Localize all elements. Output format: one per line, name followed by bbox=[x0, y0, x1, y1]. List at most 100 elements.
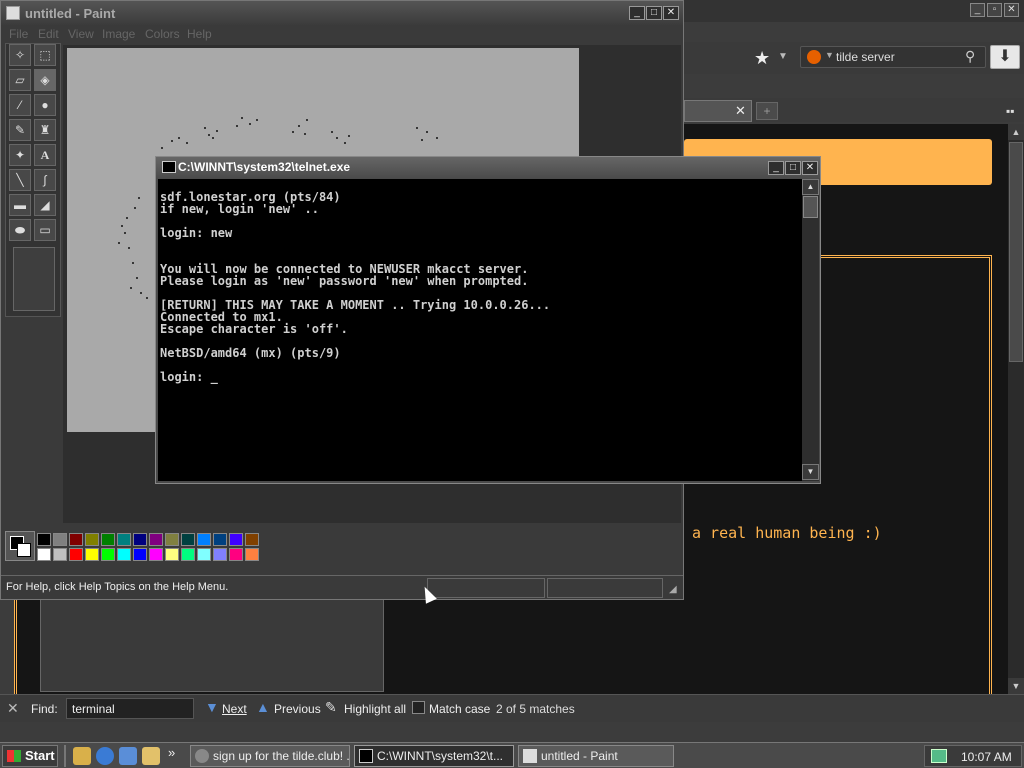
palette-swatch[interactable] bbox=[165, 548, 179, 561]
palette-swatch[interactable] bbox=[229, 533, 243, 546]
color-picker-icon[interactable]: ⁄ bbox=[9, 94, 31, 116]
taskbar-button-paint[interactable]: untitled - Paint bbox=[518, 745, 674, 767]
scroll-thumb[interactable] bbox=[803, 196, 818, 218]
brush-icon[interactable]: ♜ bbox=[34, 119, 56, 141]
palette-swatch[interactable] bbox=[101, 548, 115, 561]
restore-button[interactable]: ▫ bbox=[987, 3, 1002, 17]
palette-swatch[interactable] bbox=[149, 533, 163, 546]
find-previous-button[interactable]: Previous bbox=[274, 702, 321, 716]
menu-colors[interactable]: Colors bbox=[145, 27, 180, 41]
palette-swatch[interactable] bbox=[213, 548, 227, 561]
background-color[interactable] bbox=[17, 543, 31, 557]
browser-icon[interactable] bbox=[96, 747, 114, 765]
palette-swatch[interactable] bbox=[229, 548, 243, 561]
palette-swatch[interactable] bbox=[69, 548, 83, 561]
paint-titlebar[interactable]: untitled - Paint _ □ ✕ bbox=[1, 1, 683, 25]
telnet-minimize-button[interactable]: _ bbox=[768, 161, 784, 175]
new-tab-button[interactable]: + bbox=[756, 102, 778, 120]
taskbar-button-browser[interactable]: sign up for the tilde.club! ... bbox=[190, 745, 350, 767]
palette-swatch[interactable] bbox=[117, 533, 131, 546]
palette-swatch[interactable] bbox=[213, 533, 227, 546]
menu-help[interactable]: Help bbox=[187, 27, 212, 41]
palette-swatch[interactable] bbox=[85, 548, 99, 561]
paint-maximize-button[interactable]: □ bbox=[646, 6, 662, 20]
explorer-icon[interactable] bbox=[142, 747, 160, 765]
airbrush-icon[interactable]: ✦ bbox=[9, 144, 31, 166]
bookmark-star-icon[interactable]: ★ bbox=[754, 48, 770, 69]
line-icon[interactable]: ╲ bbox=[9, 169, 31, 191]
menu-view[interactable]: View bbox=[68, 27, 94, 41]
palette-swatch[interactable] bbox=[197, 548, 211, 561]
scroll-up-icon[interactable]: ▲ bbox=[1008, 124, 1024, 140]
rounded-rect-icon[interactable]: ▭ bbox=[34, 219, 56, 241]
palette-swatch[interactable] bbox=[181, 533, 195, 546]
highlight-all-button[interactable]: Highlight all bbox=[344, 702, 406, 716]
palette-swatch[interactable] bbox=[53, 548, 67, 561]
telnet-maximize-button[interactable]: □ bbox=[785, 161, 801, 175]
palette-swatch[interactable] bbox=[149, 548, 163, 561]
network-icon[interactable] bbox=[931, 749, 947, 763]
find-input[interactable] bbox=[66, 698, 194, 719]
start-button[interactable]: Start bbox=[2, 745, 58, 767]
palette-swatch[interactable] bbox=[245, 548, 259, 561]
tool-options[interactable] bbox=[13, 247, 55, 311]
menu-image[interactable]: Image bbox=[102, 27, 135, 41]
palette-swatch[interactable] bbox=[85, 533, 99, 546]
rectangle-icon[interactable]: ▬ bbox=[9, 194, 31, 216]
telnet-close-button[interactable]: ✕ bbox=[802, 161, 818, 175]
palette-swatch[interactable] bbox=[69, 533, 83, 546]
clock[interactable]: 10:07 AM bbox=[961, 750, 1012, 764]
page-scrollbar[interactable]: ▲ ▼ bbox=[1008, 124, 1024, 694]
resize-grip-icon[interactable]: ◢ bbox=[669, 584, 677, 595]
highlight-icon[interactable]: ✎ bbox=[325, 699, 337, 716]
paint-close-button[interactable]: ✕ bbox=[663, 6, 679, 20]
download-icon[interactable]: ⬇ bbox=[990, 45, 1020, 69]
search-icon[interactable]: ⚲ bbox=[965, 48, 975, 65]
telnet-titlebar[interactable]: C:\WINNT\system32\telnet.exe _ □ ✕ bbox=[156, 157, 820, 179]
search-engine-icon[interactable] bbox=[807, 50, 821, 64]
scroll-thumb[interactable] bbox=[1009, 142, 1023, 362]
text-tool-icon[interactable]: A bbox=[34, 144, 56, 166]
next-arrow-icon[interactable]: ▼ bbox=[205, 699, 219, 715]
console-scrollbar[interactable]: ▲ ▼ bbox=[802, 179, 819, 481]
palette-swatch[interactable] bbox=[133, 533, 147, 546]
scroll-down-icon[interactable]: ▼ bbox=[802, 464, 819, 480]
scroll-up-icon[interactable]: ▲ bbox=[802, 179, 819, 195]
palette-swatch[interactable] bbox=[245, 533, 259, 546]
console-output[interactable]: sdf.lonestar.org (pts/84) if new, login … bbox=[158, 179, 802, 481]
palette-swatch[interactable] bbox=[37, 548, 51, 561]
palette-swatch[interactable] bbox=[37, 533, 51, 546]
taskbar-button-telnet[interactable]: C:\WINNT\system32\t... bbox=[354, 745, 514, 767]
outlook-icon[interactable] bbox=[119, 747, 137, 765]
quicklaunch-more-icon[interactable]: » bbox=[168, 745, 175, 760]
paint-minimize-button[interactable]: _ bbox=[629, 6, 645, 20]
close-button[interactable]: ✕ bbox=[1004, 3, 1019, 17]
close-tab-icon[interactable]: ✕ bbox=[735, 103, 746, 119]
menu-edit[interactable]: Edit bbox=[38, 27, 59, 41]
pencil-icon[interactable]: ✎ bbox=[9, 119, 31, 141]
palette-swatch[interactable] bbox=[197, 533, 211, 546]
polygon-icon[interactable]: ◢ bbox=[34, 194, 56, 216]
scroll-down-icon[interactable]: ▼ bbox=[1008, 678, 1024, 694]
palette-swatch[interactable] bbox=[117, 548, 131, 561]
find-next-button[interactable]: Next bbox=[222, 702, 247, 716]
tab-grid-icon[interactable]: ▪▪ bbox=[1006, 104, 1015, 118]
match-case-checkbox[interactable] bbox=[412, 701, 425, 714]
tab-active[interactable]: ✕ bbox=[684, 100, 752, 122]
ellipse-icon[interactable]: ⬬ bbox=[9, 219, 31, 241]
search-input[interactable]: tilde server bbox=[836, 50, 895, 64]
search-box[interactable]: ▼ tilde server ⚲ bbox=[800, 46, 986, 68]
rect-select-icon[interactable]: ⬚ bbox=[34, 44, 56, 66]
palette-swatch[interactable] bbox=[165, 533, 179, 546]
free-select-icon[interactable]: ✧ bbox=[9, 44, 31, 66]
match-case-label[interactable]: Match case bbox=[429, 702, 490, 716]
palette-swatch[interactable] bbox=[133, 548, 147, 561]
eraser-icon[interactable]: ▱ bbox=[9, 69, 31, 91]
bookmark-dropdown-icon[interactable]: ▼ bbox=[778, 51, 788, 62]
fill-bucket-icon[interactable]: ◈ bbox=[34, 69, 56, 91]
palette-swatch[interactable] bbox=[53, 533, 67, 546]
menu-file[interactable]: File bbox=[9, 27, 28, 41]
current-colors[interactable] bbox=[5, 531, 35, 561]
previous-arrow-icon[interactable]: ▲ bbox=[256, 699, 270, 715]
palette-swatch[interactable] bbox=[101, 533, 115, 546]
